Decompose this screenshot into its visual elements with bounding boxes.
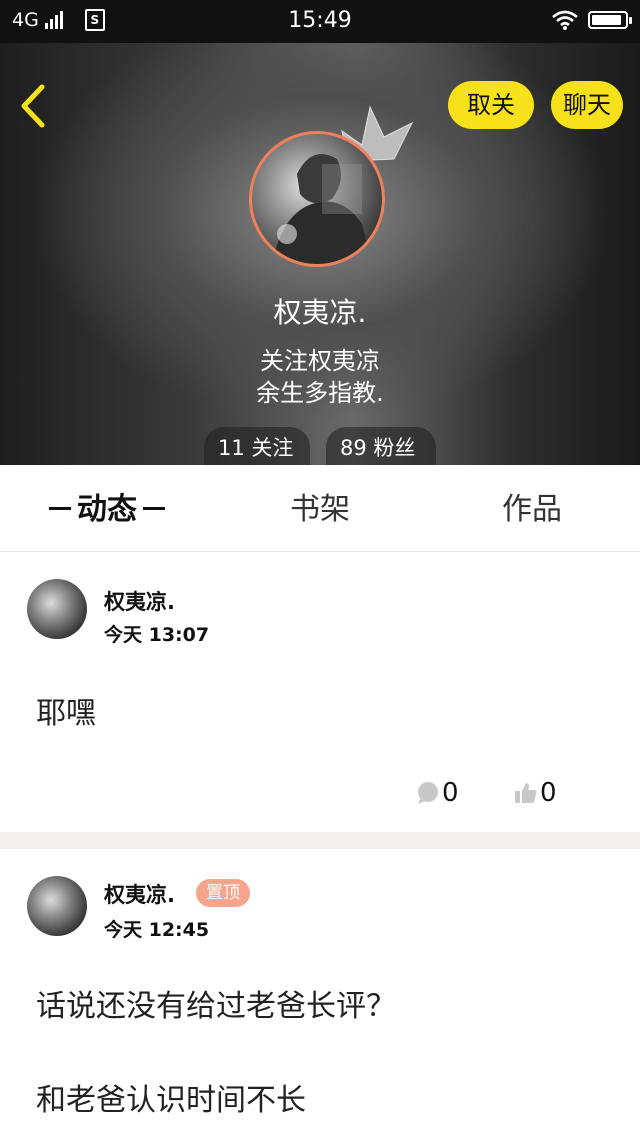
- battery-icon: [588, 11, 632, 29]
- post-time: 今天 12:45: [104, 919, 210, 941]
- wifi-icon: [552, 10, 578, 30]
- avatar[interactable]: [27, 876, 87, 936]
- like-button[interactable]: 0: [514, 778, 557, 808]
- bio-line: 关注权夷凉: [260, 347, 380, 375]
- profile-tabs: 动态 书架 作品: [0, 465, 640, 552]
- status-time: 15:49: [288, 8, 352, 33]
- post-text: 话说还没有给过老爸长评？: [36, 989, 396, 1024]
- post-author[interactable]: 权夷凉.: [104, 879, 175, 909]
- avatar[interactable]: [27, 579, 87, 639]
- chevron-left-icon[interactable]: [16, 83, 52, 129]
- tab-works[interactable]: 作品: [482, 465, 582, 551]
- profile-name: 权夷凉.: [273, 296, 367, 329]
- feed-post[interactable]: 权夷凉. 今天 13:07 耶嘿 0 0: [0, 552, 640, 832]
- comment-count: 0: [442, 778, 459, 808]
- battery-level: [592, 15, 621, 25]
- post-text: 和老爸认识时间不长: [36, 1083, 306, 1118]
- chat-button[interactable]: 聊天: [551, 81, 623, 129]
- post-text: 耶嘿: [36, 696, 96, 731]
- tab-updates[interactable]: 动态: [40, 465, 174, 551]
- profile-header: 取关 聊天 权夷凉. 关注权夷凉 余生多指教. 11 关注 89 粉丝: [0, 43, 640, 465]
- pinned-badge: 置顶: [196, 879, 250, 907]
- profile-bio: 关注权夷凉 余生多指教.: [0, 345, 640, 409]
- like-count: 0: [540, 778, 557, 808]
- post-time: 今天 13:07: [104, 624, 210, 646]
- comment-icon: [418, 782, 438, 804]
- active-tab-indicator: [143, 507, 165, 510]
- tab-label: 动态: [77, 492, 137, 527]
- fans-count[interactable]: 89 粉丝: [326, 427, 436, 465]
- following-count[interactable]: 11 关注: [204, 427, 310, 465]
- bio-line: 余生多指教.: [256, 379, 384, 407]
- avatar: [249, 131, 385, 267]
- unfollow-button[interactable]: 取关: [448, 81, 534, 129]
- post-divider: [0, 832, 640, 849]
- comment-button[interactable]: 0: [416, 778, 459, 808]
- tab-bookshelf[interactable]: 书架: [270, 465, 370, 551]
- post-author[interactable]: 权夷凉.: [104, 586, 175, 616]
- active-tab-indicator: [49, 507, 71, 510]
- thumbs-up-icon: [515, 783, 537, 803]
- status-bar: 4G S 15:49: [0, 0, 640, 43]
- avatar-photo: [272, 154, 372, 264]
- profile-avatar[interactable]: [249, 131, 391, 273]
- feed-post[interactable]: 权夷凉. 置顶 今天 12:45 话说还没有给过老爸长评？ 和老爸认识时间不长: [0, 849, 640, 1138]
